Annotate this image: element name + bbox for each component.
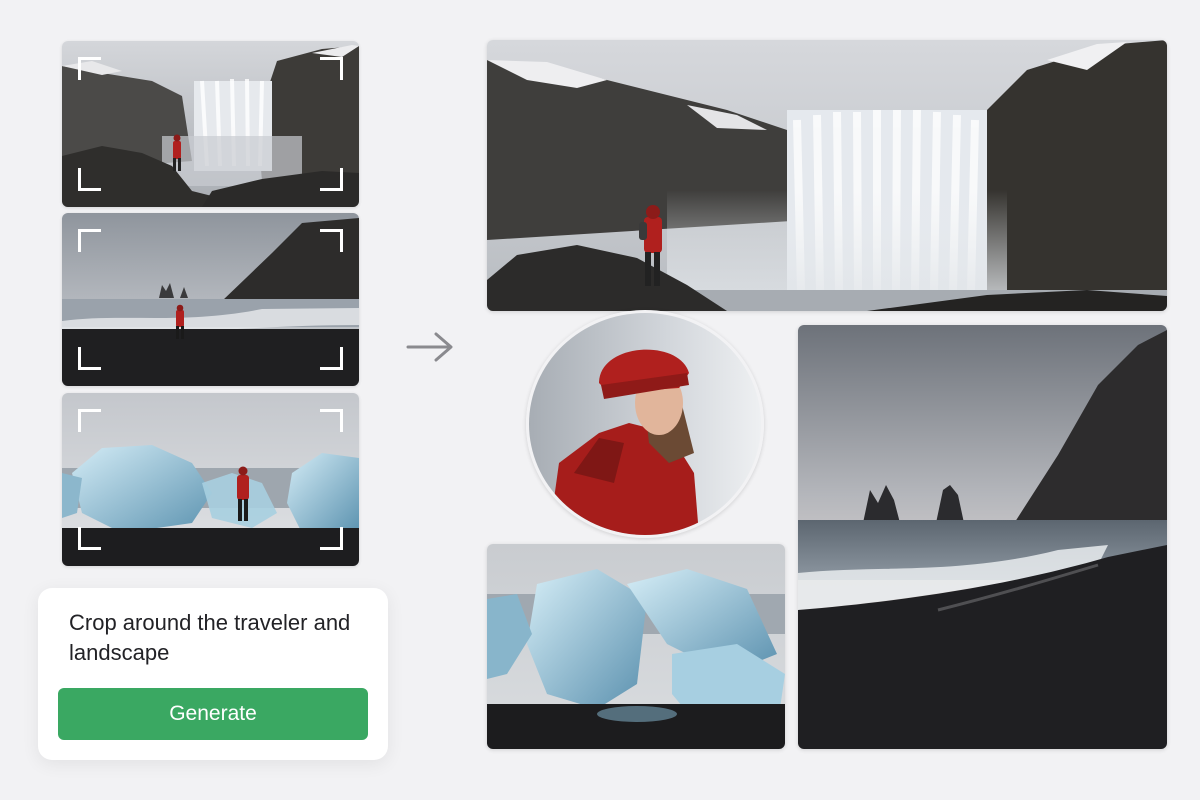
crop-corner-icon <box>320 168 343 191</box>
glacier-ice-photo <box>487 544 785 749</box>
prompt-card: Crop around the traveler and landscape G… <box>38 588 388 760</box>
crop-corner-icon <box>320 57 343 80</box>
waterfall-thumbnail[interactable] <box>62 41 359 207</box>
crop-corner-icon <box>78 527 101 550</box>
sea-stacks-beach-crop[interactable] <box>798 325 1167 749</box>
prompt-text: Crop around the traveler and landscape <box>69 610 351 665</box>
crop-corner-icon <box>78 409 101 432</box>
waterfall-photo <box>62 41 359 207</box>
ice-photo <box>62 393 359 566</box>
crop-corner-icon <box>320 409 343 432</box>
crop-corner-icon <box>78 57 101 80</box>
waterfall-wide-photo <box>487 40 1167 311</box>
glacier-ice-thumbnail[interactable] <box>62 393 359 566</box>
black-beach-thumbnail[interactable] <box>62 213 359 386</box>
glacier-ice-crop[interactable] <box>487 544 785 749</box>
crop-corner-icon <box>320 347 343 370</box>
crop-corner-icon <box>320 229 343 252</box>
beach-photo <box>62 213 359 386</box>
crop-corner-icon <box>78 229 101 252</box>
waterfall-wide-crop[interactable] <box>487 40 1167 311</box>
generate-button[interactable]: Generate <box>58 688 368 740</box>
portrait-circle-crop[interactable] <box>526 310 764 538</box>
crop-corner-icon <box>78 168 101 191</box>
portrait-photo <box>529 313 761 535</box>
sea-stacks-beach-photo <box>798 325 1167 749</box>
crop-corner-icon <box>78 347 101 370</box>
arrow-right-icon <box>406 332 453 362</box>
crop-corner-icon <box>320 527 343 550</box>
